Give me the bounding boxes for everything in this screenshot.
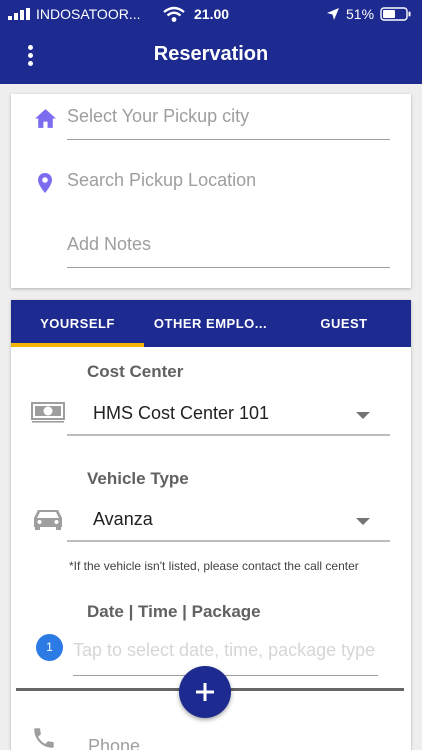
- location-arrow-icon: [327, 8, 339, 20]
- phone-input[interactable]: Phone: [88, 736, 140, 750]
- car-icon: [34, 510, 62, 530]
- money-icon: [31, 402, 65, 423]
- cost-center-select[interactable]: HMS Cost Center 101: [67, 396, 390, 436]
- tab-guest[interactable]: GUEST: [277, 300, 411, 347]
- battery-icon: [380, 7, 411, 21]
- active-tab-indicator: [11, 343, 144, 347]
- vehicle-type-select[interactable]: Avanza: [67, 502, 390, 542]
- battery-percent: 51%: [346, 6, 375, 22]
- dropdown-arrow-icon: [356, 412, 370, 419]
- wifi-icon: [163, 6, 185, 22]
- date-time-package-label: Date | Time | Package: [87, 602, 261, 621]
- phone-icon: [34, 728, 54, 748]
- pickup-card: Select Your Pickup city Search Pickup Lo…: [11, 94, 411, 288]
- signal-icon: [8, 8, 30, 20]
- tab-bar: YOURSELF OTHER EMPLO... GUEST: [11, 300, 411, 347]
- reservation-card: YOURSELF OTHER EMPLO... GUEST Cost Cente…: [11, 300, 411, 750]
- plus-icon: [196, 683, 214, 701]
- notes-input[interactable]: Add Notes: [67, 224, 390, 268]
- status-bar: INDOSATOOR... 21.00 51%: [0, 0, 422, 28]
- cost-center-label: Cost Center: [87, 362, 184, 381]
- step-badge: 1: [36, 634, 63, 661]
- vehicle-type-label: Vehicle Type: [87, 469, 189, 488]
- page-title: Reservation: [153, 43, 269, 65]
- pickup-city-select[interactable]: Select Your Pickup city: [67, 96, 390, 140]
- vehicle-note: *If the vehicle isn't listed, please con…: [69, 559, 359, 573]
- tab-other-employee[interactable]: OTHER EMPLO...: [144, 300, 277, 347]
- pickup-location-search[interactable]: Search Pickup Location: [67, 160, 390, 204]
- clock: 21.00: [194, 6, 230, 22]
- tab-yourself[interactable]: YOURSELF: [11, 300, 144, 347]
- home-icon: [35, 109, 56, 128]
- app-bar: Reservation: [0, 28, 422, 84]
- add-button[interactable]: [179, 666, 231, 718]
- carrier-name: INDOSATOOR...: [36, 6, 141, 22]
- location-pin-icon: [38, 173, 52, 193]
- dropdown-arrow-icon: [356, 518, 370, 525]
- date-time-package-picker[interactable]: Tap to select date, time, package type: [73, 628, 378, 676]
